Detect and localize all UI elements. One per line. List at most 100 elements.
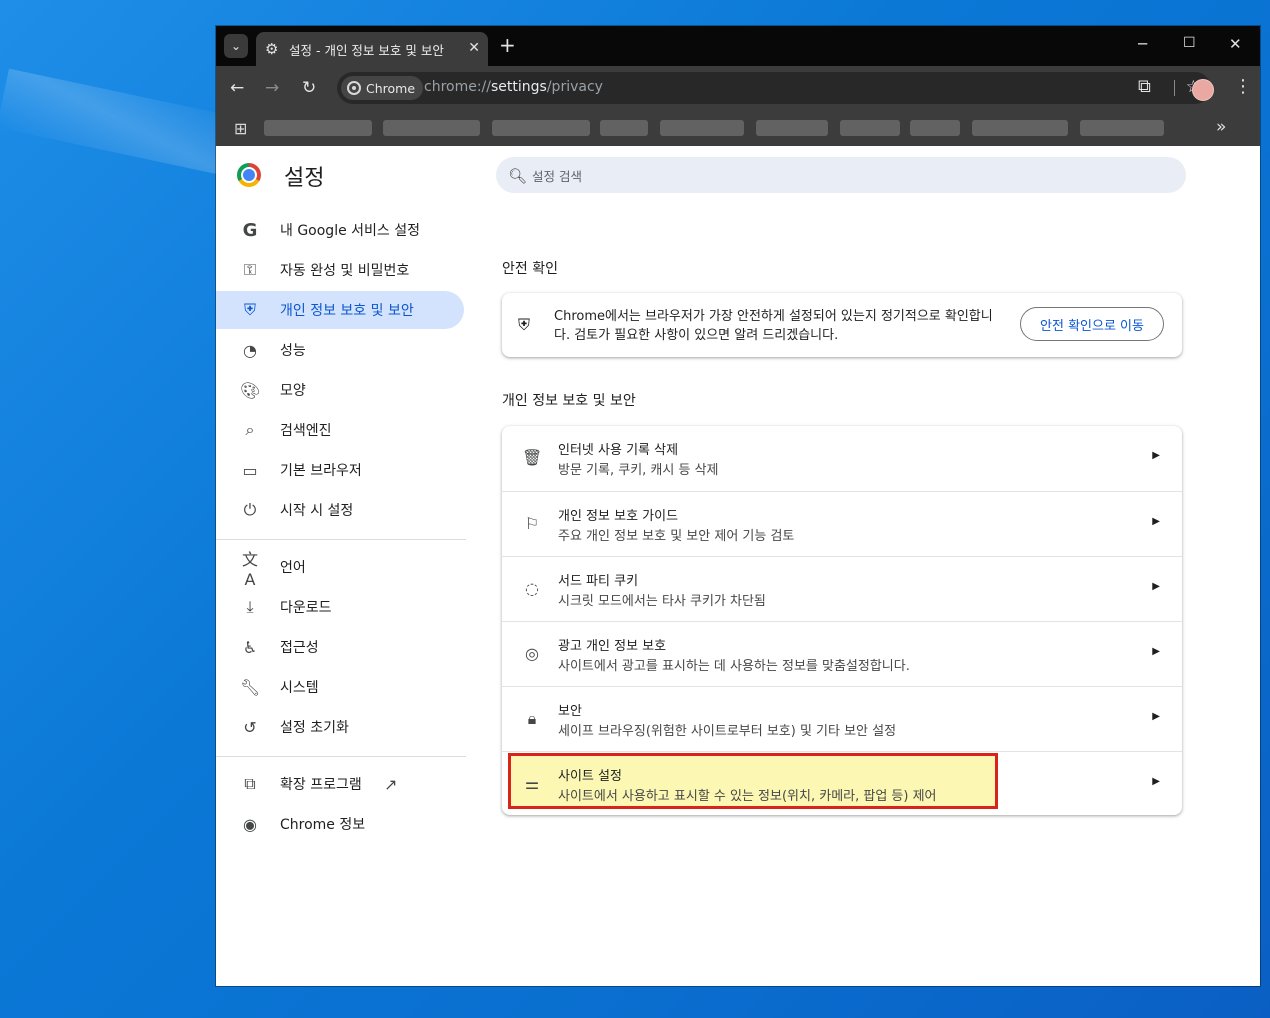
sidebar-item-extensions[interactable]: ⧉ 확장 프로그램 ↗	[216, 765, 464, 803]
sidebar-item-search-engine[interactable]: ⌕ 검색엔진	[216, 411, 464, 449]
arrow-right-icon: ▶	[1152, 646, 1160, 657]
sidebar-item-privacy[interactable]: ⛨ 개인 정보 보호 및 보안	[216, 291, 464, 329]
extensions-icon[interactable]: ⧉	[1138, 76, 1151, 97]
sidebar-item-performance[interactable]: ◔ 성능	[216, 331, 464, 369]
back-icon[interactable]: ←	[230, 78, 244, 98]
bookmark-item[interactable]	[972, 120, 1068, 136]
profile-avatar[interactable]	[1192, 79, 1214, 101]
arrow-right-icon: ▶	[1152, 450, 1160, 461]
row-subtitle: 세이프 브라우징(위험한 사이트로부터 보호) 및 기타 보안 설정	[558, 724, 897, 739]
sidebar-item-label: 확장 프로그램	[280, 777, 362, 793]
sidebar-item-label: 언어	[280, 560, 306, 576]
active-tab[interactable]: ⚙ 설정 - 개인 정보 보호 및 보안 ✕	[256, 32, 488, 66]
more-menu-icon[interactable]: ⋮	[1234, 76, 1252, 97]
sidebar-item-accessibility[interactable]: ♿︎ 접근성	[216, 628, 464, 666]
chrome-window: ⌄ ⚙ 설정 - 개인 정보 보호 및 보안 ✕ + ─ ☐ ✕ ← → ↻ C…	[216, 26, 1260, 986]
wrench-icon: 🔧︎	[240, 677, 261, 697]
open-external-icon: ↗	[384, 774, 398, 794]
sidebar-item-label: 검색엔진	[280, 423, 332, 439]
bookmark-item[interactable]	[383, 120, 480, 136]
settings-page: 설정 🔍︎ 설정 검색 G 내 Google 서비스 설정 ⚿ 자동 완성 및 …	[216, 146, 1260, 986]
extension-icon: ⧉	[244, 774, 256, 793]
bookmark-item[interactable]	[264, 120, 372, 136]
bookmark-item[interactable]	[840, 120, 900, 136]
sidebar-item-about-chrome[interactable]: ◉ Chrome 정보	[216, 805, 464, 843]
chevron-down-icon: ⌄	[230, 39, 242, 53]
row-title: 서드 파티 쿠키	[558, 574, 639, 589]
sidebar-item-label: 시작 시 설정	[280, 503, 354, 519]
go-to-safety-check-button[interactable]: 안전 확인으로 이동	[1020, 307, 1164, 341]
bookmarks-overflow-icon[interactable]: »	[1216, 117, 1226, 137]
sidebar-item-reset[interactable]: ↺ 설정 초기화	[216, 708, 464, 746]
bookmark-item[interactable]	[756, 120, 828, 136]
new-tab-button[interactable]: +	[499, 34, 516, 56]
site-info-chip[interactable]: Chrome	[341, 76, 424, 100]
row-privacy-guide[interactable]: ⚐ 개인 정보 보호 가이드 주요 개인 정보 보호 및 보안 제어 기능 검토…	[502, 491, 1182, 556]
arrow-right-icon: ▶	[1152, 776, 1160, 787]
sidebar-item-downloads[interactable]: ⤓ 다운로드	[216, 588, 464, 626]
bookmark-item[interactable]	[910, 120, 960, 136]
row-title: 광고 개인 정보 보호	[558, 639, 667, 654]
address-bar[interactable]: Chrome chrome://settings/privacy ☆	[337, 72, 1211, 104]
browser-window-icon: ▭	[242, 460, 258, 480]
sidebar-item-languages[interactable]: 文A 언어	[216, 548, 464, 589]
sidebar-item-autofill[interactable]: ⚿ 자동 완성 및 비밀번호	[216, 251, 464, 289]
arrow-right-icon: ▶	[1152, 581, 1160, 592]
settings-search-input[interactable]: 🔍︎ 설정 검색	[496, 157, 1186, 193]
sidebar-item-google-services[interactable]: G 내 Google 서비스 설정	[216, 211, 464, 249]
sidebar-item-label: 성능	[280, 343, 306, 359]
row-subtitle: 시크릿 모드에서는 타사 쿠키가 차단됨	[558, 594, 766, 609]
key-icon: ⚿	[243, 260, 257, 279]
sidebar-item-label: 시스템	[280, 680, 319, 696]
lock-icon: 🔒︎	[527, 709, 537, 728]
minimize-icon[interactable]: ─	[1138, 35, 1147, 53]
privacy-card: 🗑︎ 인터넷 사용 기록 삭제 방문 기록, 쿠키, 캐시 등 삭제 ▶ ⚐ 개…	[502, 426, 1182, 815]
url-text[interactable]: chrome://settings/privacy	[424, 79, 603, 95]
row-security[interactable]: 🔒︎ 보안 세이프 브라우징(위험한 사이트로부터 보호) 및 기타 보안 설정…	[502, 686, 1182, 751]
sidebar-item-on-startup[interactable]: ⏻ 시작 시 설정	[216, 491, 464, 529]
url-host: settings	[491, 79, 547, 95]
bookmark-item[interactable]	[492, 120, 590, 136]
bookmark-item[interactable]	[660, 120, 744, 136]
url-path: /privacy	[546, 79, 603, 95]
reload-icon[interactable]: ↻	[302, 78, 316, 98]
row-clear-browsing-data[interactable]: 🗑︎ 인터넷 사용 기록 삭제 방문 기록, 쿠키, 캐시 등 삭제 ▶	[502, 426, 1182, 491]
sidebar-item-label: 다운로드	[280, 600, 332, 616]
row-ad-privacy[interactable]: ◎ 광고 개인 정보 보호 사이트에서 광고를 표시하는 데 사용하는 정보를 …	[502, 621, 1182, 686]
accessibility-icon: ♿︎	[242, 637, 258, 657]
url-scheme: chrome://	[424, 79, 491, 95]
sidebar-item-default-browser[interactable]: ▭ 기본 브라우저	[216, 451, 464, 489]
search-placeholder: 설정 검색	[532, 168, 582, 184]
toolbar: ← → ↻ Chrome chrome://settings/privacy ☆…	[216, 66, 1260, 110]
close-window-icon[interactable]: ✕	[1229, 35, 1242, 53]
sidebar-item-label: 설정 초기화	[280, 720, 349, 736]
sidebar-item-appearance[interactable]: 🎨︎ 모양	[216, 371, 464, 409]
row-subtitle: 사이트에서 사용하고 표시할 수 있는 정보(위치, 카메라, 팝업 등) 제어	[558, 789, 937, 804]
sidebar-item-label: 기본 브라우저	[280, 463, 362, 479]
tab-strip: ⌄ ⚙ 설정 - 개인 정보 보호 및 보안 ✕ + ─ ☐ ✕	[216, 26, 1260, 66]
apps-grid-icon[interactable]: ⊞	[234, 119, 247, 138]
safety-check-card: ⛨ Chrome에서는 브라우저가 가장 안전하게 설정되어 있는지 정기적으로…	[502, 293, 1182, 357]
row-title: 개인 정보 보호 가이드	[558, 509, 679, 524]
row-site-settings[interactable]: ⚌ 사이트 설정 사이트에서 사용하고 표시할 수 있는 정보(위치, 카메라,…	[502, 751, 1182, 815]
sidebar-item-system[interactable]: 🔧︎ 시스템	[216, 668, 464, 706]
close-tab-icon[interactable]: ✕	[468, 40, 480, 56]
privacy-section-heading: 개인 정보 보호 및 보안	[502, 393, 636, 409]
arrow-right-icon: ▶	[1152, 516, 1160, 527]
sidebar-item-label: 내 Google 서비스 설정	[280, 223, 420, 239]
shield-icon: ⛨	[518, 315, 531, 334]
cookie-icon: ◌	[525, 579, 539, 598]
download-icon: ⤓	[246, 597, 254, 616]
row-subtitle: 주요 개인 정보 보호 및 보안 제어 기능 검토	[558, 529, 795, 544]
bookmark-item[interactable]	[600, 120, 648, 136]
page-title: 설정	[284, 166, 325, 191]
bookmark-item[interactable]	[1080, 120, 1164, 136]
toolbar-divider	[1174, 80, 1175, 96]
row-third-party-cookies[interactable]: ◌ 서드 파티 쿠키 시크릿 모드에서는 타사 쿠키가 차단됨 ▶	[502, 556, 1182, 621]
sidebar-item-label: 모양	[280, 383, 306, 399]
maximize-icon[interactable]: ☐	[1183, 35, 1196, 51]
tab-search-button[interactable]: ⌄	[224, 34, 248, 58]
tab-title: 설정 - 개인 정보 보호 및 보안	[289, 42, 444, 58]
forward-icon[interactable]: →	[265, 78, 279, 98]
speedometer-icon: ◔	[243, 340, 257, 360]
